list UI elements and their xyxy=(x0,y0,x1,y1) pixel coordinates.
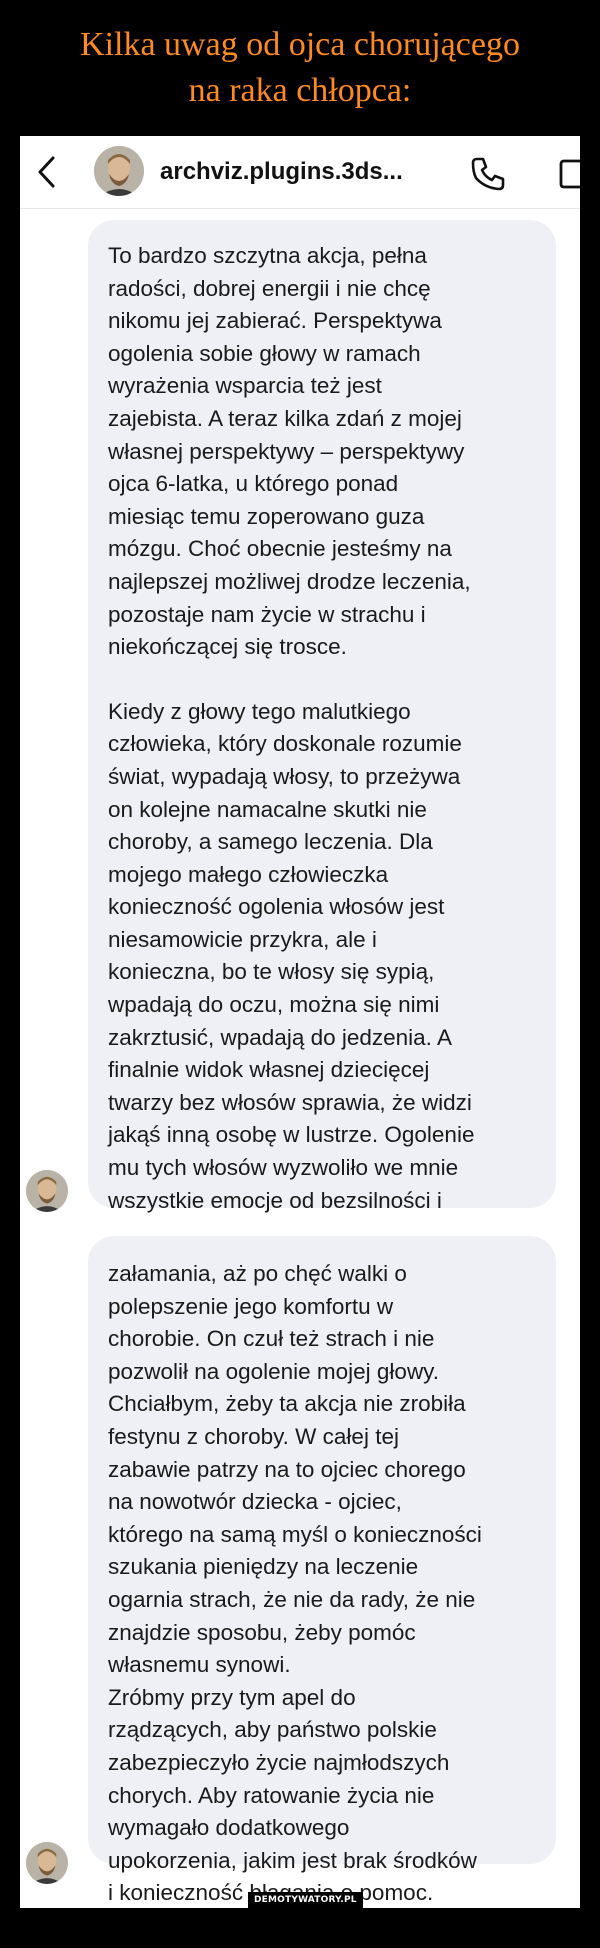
contact-name[interactable]: archviz.plugins.3ds... xyxy=(160,158,403,186)
message-text: Zróbmy przy tym apel do rządzących, aby … xyxy=(108,1684,477,1906)
message-text: Chciałbym, żeby ta akcja nie zrobiła fes… xyxy=(108,1391,482,1678)
chat-header: archviz.plugins.3ds... xyxy=(20,136,580,209)
message-text: załamania, aż po chęć walki o polepszeni… xyxy=(108,1261,440,1384)
title-line-1: Kilka uwag od ojca chorującego xyxy=(80,26,520,63)
chat-screen: archviz.plugins.3ds... To bardzo szczytn… xyxy=(20,136,580,1908)
contact-avatar[interactable] xyxy=(94,146,144,196)
phone-icon[interactable] xyxy=(468,154,508,194)
chevron-left-icon[interactable] xyxy=(34,154,58,190)
message-text: To bardzo szczytna akcja, pełna radości,… xyxy=(108,243,471,660)
sender-avatar[interactable] xyxy=(26,1170,68,1212)
sender-avatar[interactable] xyxy=(26,1842,68,1884)
page-title: Kilka uwag od ojca chorującego na raka c… xyxy=(0,22,600,114)
message-bubble[interactable]: To bardzo szczytna akcja, pełna radości,… xyxy=(88,220,556,1213)
message-text: Kiedy z głowy tego malutkiego człowieka,… xyxy=(108,698,475,1213)
watermark: DEMOTYWATORY.PL xyxy=(248,1892,363,1908)
title-line-2: na raka chłopca: xyxy=(188,72,412,109)
message-bubble[interactable]: załamania, aż po chęć walki o polepszeni… xyxy=(88,1236,556,1905)
video-icon[interactable] xyxy=(558,156,580,192)
